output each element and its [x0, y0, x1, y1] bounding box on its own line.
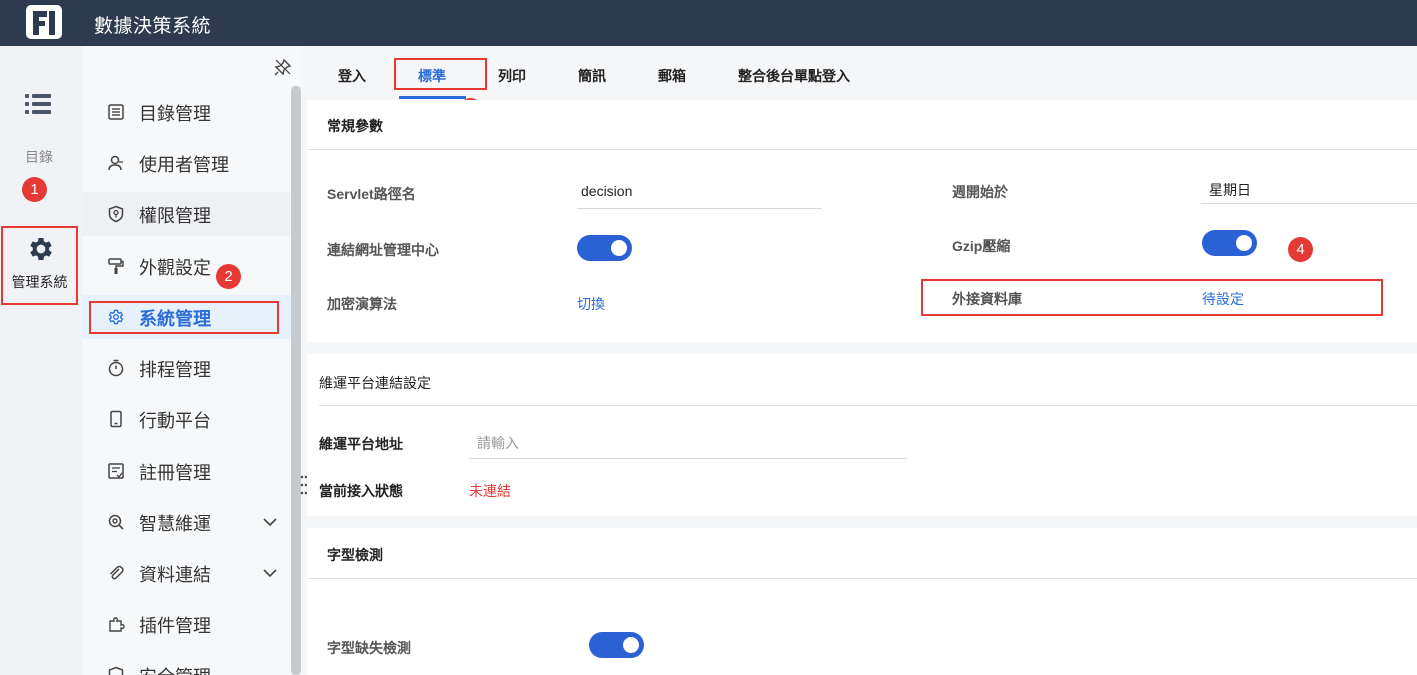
- sidebar-item-smart-ops[interactable]: 智慧維運: [82, 500, 291, 544]
- divider: [319, 405, 1417, 406]
- sidebar-item-mobile[interactable]: 行動平台: [82, 397, 291, 441]
- rail-catalog-label[interactable]: 目錄: [0, 147, 78, 167]
- paperclip-icon: [109, 565, 124, 580]
- sidebar-item-label: 註冊管理: [139, 463, 211, 483]
- top-bar: 數據決策系統: [0, 0, 1417, 46]
- user-icon: [108, 155, 123, 171]
- step-badge-4: 4: [1288, 237, 1313, 262]
- mobile-icon: [110, 410, 122, 428]
- url-mgmt-toggle[interactable]: [577, 235, 632, 261]
- ext-db-highlight: [921, 279, 1383, 316]
- list-doc-icon: [108, 104, 124, 120]
- sidebar-item-data-link[interactable]: 資料連結: [82, 551, 291, 595]
- sidebar-item-label: 使用者管理: [139, 155, 229, 175]
- ops-status-label: 當前接入狀態: [319, 483, 403, 499]
- section-title: 常規參數: [327, 118, 383, 134]
- sidebar-item-label: 插件管理: [139, 616, 211, 636]
- encrypt-label: 加密演算法: [327, 296, 397, 312]
- puzzle-icon: [109, 617, 125, 632]
- step-badge-1: 1: [22, 177, 47, 202]
- sidebar-item-label: 智慧維運: [139, 514, 211, 534]
- sidebar-item-register[interactable]: 註冊管理: [82, 449, 291, 493]
- ops-address-underline: [469, 458, 907, 459]
- font-missing-toggle[interactable]: [589, 632, 644, 658]
- left-rail: 目錄: [0, 46, 82, 675]
- divider: [307, 149, 1417, 150]
- tab-print[interactable]: 列印: [498, 66, 526, 86]
- week-start-label: 週開始於: [952, 184, 1008, 200]
- shield-key-icon: [108, 205, 124, 223]
- security-icon: [108, 666, 124, 675]
- pin-icon[interactable]: [274, 58, 292, 76]
- tab-sso[interactable]: 整合後台單點登入: [738, 66, 850, 86]
- sidebar-item-schedule[interactable]: 排程管理: [82, 346, 291, 390]
- sidebar-item-appearance[interactable]: 外觀設定: [82, 244, 291, 288]
- sidebar-item-label: 安全管理: [139, 663, 211, 675]
- servlet-input-underline: [577, 208, 822, 209]
- divider: [307, 578, 1417, 579]
- sidebar-scrollbar[interactable]: [291, 86, 301, 675]
- ops-status-value: 未連結: [469, 483, 511, 499]
- logo: [26, 5, 62, 39]
- gzip-label: Gzip壓縮: [952, 238, 1011, 254]
- sidebar-item-label: 排程管理: [139, 360, 211, 380]
- sidebar-item-label: 外觀設定: [139, 258, 211, 278]
- sidebar-item-plugins[interactable]: 插件管理: [82, 602, 291, 646]
- app-title: 數據決策系統: [94, 16, 212, 37]
- sidebar-item-label: 資料連結: [139, 565, 211, 585]
- system-mgmt-highlight: [89, 301, 279, 334]
- sidebar-item-label: 目錄管理: [139, 104, 211, 124]
- step-badge-2: 2: [216, 264, 241, 289]
- tab-login[interactable]: 登入: [338, 66, 366, 86]
- sidebar-item-label: 權限管理: [139, 206, 211, 226]
- timer-icon: [108, 359, 124, 377]
- gzip-toggle[interactable]: [1202, 230, 1257, 256]
- sidebar-item-catalog[interactable]: 目錄管理: [82, 90, 291, 134]
- sidebar-item-label: 行動平台: [139, 411, 211, 431]
- ops-address-input[interactable]: 請輸入: [477, 433, 519, 453]
- encrypt-switch-link[interactable]: 切換: [577, 294, 605, 314]
- sidebar-item-users[interactable]: 使用者管理: [82, 141, 291, 185]
- ops-address-label: 維運平台地址: [319, 436, 403, 452]
- sidebar-item-security[interactable]: 安全管理: [82, 653, 291, 675]
- ops-section-title: 維運平台連結設定: [319, 375, 431, 391]
- font-missing-label: 字型缺失檢測: [327, 640, 411, 656]
- rail-mgmt-button[interactable]: 管理系統: [1, 226, 78, 305]
- rail-mgmt-label: 管理系統: [11, 274, 68, 290]
- week-start-select[interactable]: 星期日: [1209, 180, 1251, 200]
- url-mgmt-label: 連結網址管理中心: [327, 242, 439, 258]
- active-tab-indicator: [399, 96, 466, 99]
- week-start-underline: [1201, 203, 1417, 204]
- chevron-down-icon[interactable]: [262, 514, 278, 530]
- servlet-label: Servlet路徑名: [327, 186, 416, 202]
- paint-roller-icon: [108, 258, 124, 274]
- tab-sms[interactable]: 簡訊: [578, 66, 606, 86]
- register-icon: [108, 463, 124, 479]
- servlet-input[interactable]: decision: [581, 183, 632, 199]
- font-check-title: 字型檢測: [327, 547, 383, 563]
- gear-icon: [30, 238, 52, 260]
- font-check-card: [307, 528, 1417, 675]
- sidebar-item-permissions[interactable]: 權限管理: [82, 192, 291, 236]
- tab-email[interactable]: 郵箱: [658, 66, 686, 86]
- ops-icon: [108, 514, 124, 530]
- chevron-down-icon[interactable]: [262, 565, 278, 581]
- list-icon[interactable]: [25, 94, 51, 114]
- tab-standard-highlight: [394, 58, 487, 90]
